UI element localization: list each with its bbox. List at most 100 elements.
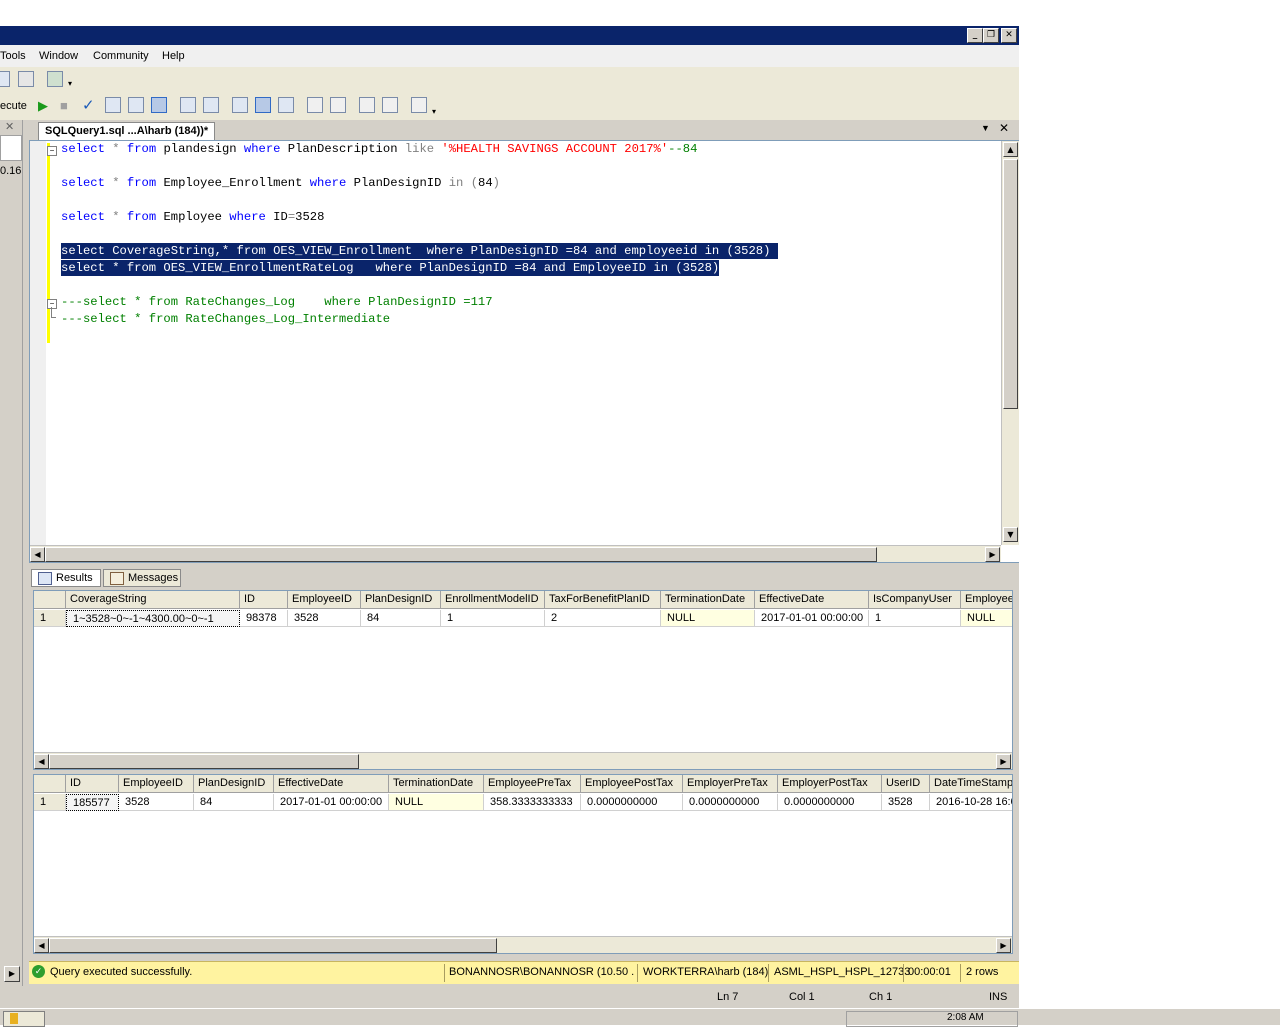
grid-cell[interactable]: 2017-01-01 00:00:00 (755, 610, 869, 627)
menu-help[interactable]: Help (162, 50, 185, 62)
panel-close-icon[interactable]: ✕ (5, 120, 14, 133)
specify-values-icon[interactable] (411, 97, 427, 113)
toolbar-overflow-icon[interactable]: ▾ (432, 105, 440, 119)
row-number[interactable]: 1 (34, 610, 66, 627)
decrease-indent-icon[interactable] (359, 97, 375, 113)
column-header[interactable]: CoverageString (66, 591, 240, 609)
grid-cell[interactable]: 2017-01-01 00:00:00 (274, 794, 389, 811)
sql-editor[interactable]: − − select * from plandesign where PlanD… (29, 140, 1019, 563)
client-stats-icon[interactable] (203, 97, 219, 113)
tab-messages[interactable]: Messages (103, 569, 181, 587)
grid-cell[interactable]: 0.0000000000 (778, 794, 882, 811)
print-icon[interactable] (18, 71, 34, 87)
column-header[interactable]: TaxForBenefitPlanID (545, 591, 661, 609)
grid-cell[interactable]: 3528 (288, 610, 361, 627)
grid-cell[interactable]: NULL (661, 610, 755, 627)
column-header[interactable]: EmployeePostTax (581, 775, 683, 793)
collapse-icon[interactable]: − (47, 146, 57, 156)
column-header[interactable]: ID (240, 591, 288, 609)
column-header[interactable]: EffectiveDate (755, 591, 869, 609)
results-to-file-icon[interactable] (278, 97, 294, 113)
tab-list-icon[interactable]: ▼ (981, 123, 990, 133)
comment-icon[interactable] (307, 97, 323, 113)
column-header[interactable]: PlanDesignID (361, 591, 441, 609)
grid-cell[interactable]: 2016-10-28 16:07 (930, 794, 1012, 811)
scroll-down-icon[interactable]: ▼ (1003, 527, 1018, 542)
collapse-icon[interactable]: − (47, 299, 57, 309)
scroll-left-icon[interactable]: ◀ (34, 754, 49, 769)
column-header[interactable]: TerminationDate (389, 775, 484, 793)
taskbar-button[interactable] (3, 1011, 45, 1027)
minimize-icon[interactable]: _ (967, 28, 983, 43)
column-header[interactable]: EmployerPostTax (778, 775, 882, 793)
editor-horizontal-scrollbar[interactable]: ◀ ▶ (30, 545, 1001, 562)
results-to-grid-icon[interactable] (151, 97, 167, 113)
scroll-right-icon[interactable]: ▶ (985, 547, 1000, 562)
grid-cell[interactable]: 1 (869, 610, 961, 627)
save-icon[interactable] (0, 71, 10, 87)
menu-window[interactable]: Window (39, 50, 78, 62)
grid-cell[interactable]: NULL (961, 610, 1012, 627)
tab-close-icon[interactable]: ✕ (999, 121, 1009, 135)
results-grid-1[interactable]: ◀ ▶ CoverageString ID EmployeeID PlanDesign… (33, 590, 1013, 770)
grid-cell[interactable]: 0.0000000000 (683, 794, 778, 811)
scroll-left-icon[interactable]: ◀ (34, 938, 49, 953)
scroll-right-icon[interactable]: ▶ (996, 754, 1011, 769)
column-header[interactable]: DateTimeStamp (930, 775, 1012, 793)
grid-cell[interactable]: 98378 (240, 610, 288, 627)
grid-cell[interactable]: 2 (545, 610, 661, 627)
scroll-up-icon[interactable]: ▲ (1003, 142, 1018, 157)
scroll-thumb[interactable] (49, 938, 497, 953)
grid-cell[interactable]: 358.3333333333 (484, 794, 581, 811)
parse-check-icon[interactable]: ✓ (82, 96, 95, 114)
grid-cell[interactable]: NULL (389, 794, 484, 811)
tab-sqlquery1[interactable]: SQLQuery1.sql ...A\harb (184))* (38, 122, 216, 140)
query-options-icon[interactable] (105, 97, 121, 113)
grid-cell[interactable]: 84 (361, 610, 441, 627)
increase-indent-icon[interactable] (382, 97, 398, 113)
stop-icon[interactable]: ■ (60, 98, 68, 113)
grid-cell[interactable]: 1 (441, 610, 545, 627)
column-header[interactable]: EmployerPreTax (683, 775, 778, 793)
column-header[interactable]: EmployeeID (119, 775, 194, 793)
scroll-thumb[interactable] (1003, 159, 1018, 409)
grid-cell[interactable]: 185577 (66, 794, 119, 811)
menu-tools[interactable]: Tools (0, 50, 26, 62)
scroll-thumb[interactable] (49, 754, 359, 769)
restore-icon[interactable]: ❐ (983, 28, 999, 43)
display-plan-icon[interactable] (128, 97, 144, 113)
column-header[interactable]: EmployeePreTax (484, 775, 581, 793)
activity-monitor-icon[interactable] (47, 71, 63, 87)
column-header[interactable]: Employee (961, 591, 1012, 609)
debug-play-icon[interactable]: ▶ (38, 98, 48, 114)
column-header[interactable]: ID (66, 775, 119, 793)
grid-cell[interactable]: 0.0000000000 (581, 794, 683, 811)
column-header[interactable]: EnrollmentModelID (441, 591, 545, 609)
execute-button[interactable]: ecute (0, 100, 27, 112)
grid2-horizontal-scrollbar[interactable]: ◀ ▶ (34, 936, 1012, 953)
column-header[interactable]: IsCompanyUser (869, 591, 961, 609)
tab-results[interactable]: Results (31, 569, 101, 587)
column-header[interactable]: EmployeeID (288, 591, 361, 609)
grid1-horizontal-scrollbar[interactable]: ◀ ▶ (34, 752, 1012, 769)
expand-panel-icon[interactable]: ▶ (4, 966, 20, 982)
grid-cell[interactable]: 1~3528~0~-1~4300.00~0~-1 (66, 610, 240, 627)
column-header[interactable]: UserID (882, 775, 930, 793)
editor-vertical-scrollbar[interactable]: ▲ ▼ (1001, 141, 1019, 545)
column-header[interactable]: PlanDesignID (194, 775, 274, 793)
column-header[interactable]: TerminationDate (661, 591, 755, 609)
column-header[interactable]: EffectiveDate (274, 775, 389, 793)
grid-cell[interactable]: 3528 (119, 794, 194, 811)
include-plan-icon[interactable] (180, 97, 196, 113)
uncomment-icon[interactable] (330, 97, 346, 113)
scroll-right-icon[interactable]: ▶ (996, 938, 1011, 953)
close-icon[interactable]: ✕ (1001, 28, 1017, 43)
menu-community[interactable]: Community (93, 50, 149, 62)
scroll-thumb[interactable] (45, 547, 877, 562)
row-number[interactable]: 1 (34, 794, 66, 811)
grid-cell[interactable]: 84 (194, 794, 274, 811)
results-to-text-icon[interactable] (232, 97, 248, 113)
grid-cell[interactable]: 3528 (882, 794, 930, 811)
results-grid-2[interactable]: ◀ ▶ ID EmployeeID PlanDesignID EffectiveDat… (33, 774, 1013, 954)
results-grid-icon[interactable] (255, 97, 271, 113)
